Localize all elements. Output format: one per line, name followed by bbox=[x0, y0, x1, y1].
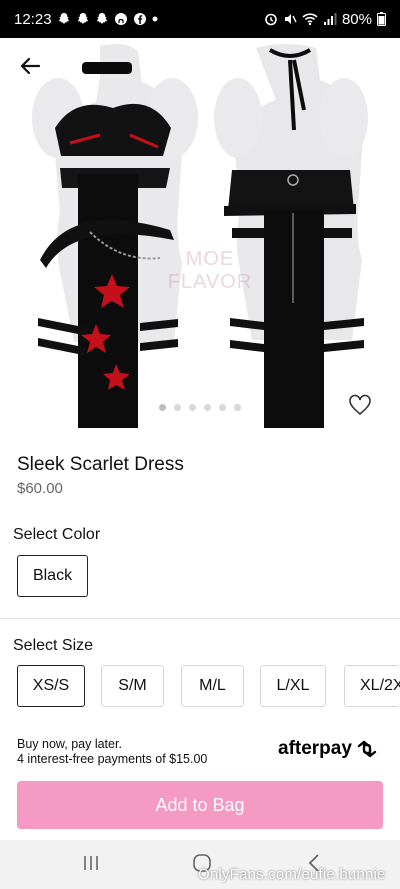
signal-icon bbox=[323, 12, 337, 26]
add-to-bag-button[interactable]: Add to Bag bbox=[17, 781, 383, 829]
status-left: 12:23 bbox=[14, 11, 158, 28]
carousel-dot[interactable] bbox=[189, 404, 196, 411]
afterpay-line1: Buy now, pay later. bbox=[17, 737, 122, 751]
select-color-label: Select Color bbox=[13, 526, 101, 543]
afterpay-logo-text: afterpay bbox=[278, 738, 352, 759]
size-option-xs-s[interactable]: XS/S bbox=[17, 665, 85, 707]
brand-watermark: MOE FLAVOR bbox=[167, 248, 253, 293]
product-title: Sleek Scarlet Dress bbox=[17, 454, 184, 475]
size-option-l-xl[interactable]: L/XL bbox=[260, 665, 326, 707]
carousel-dot[interactable] bbox=[219, 404, 226, 411]
heart-icon bbox=[349, 394, 371, 416]
snapchat-icon bbox=[76, 12, 90, 26]
notification-dot-icon bbox=[152, 16, 158, 22]
mute-icon bbox=[283, 12, 297, 26]
snapchat-icon bbox=[95, 12, 109, 26]
carousel-dot[interactable] bbox=[204, 404, 211, 411]
carousel-dots bbox=[0, 404, 400, 411]
afterpay-arrows-icon bbox=[357, 740, 377, 758]
alarm-icon bbox=[264, 12, 278, 26]
recent-apps-icon bbox=[84, 856, 98, 870]
mannequin-front bbox=[32, 44, 198, 428]
battery-percent: 80% bbox=[341, 10, 372, 28]
overlay-watermark-text: OnlyFans.com/eufie.bunnie bbox=[198, 866, 386, 883]
status-time: 12:23 bbox=[14, 10, 52, 28]
wifi-icon bbox=[302, 12, 318, 26]
afterpay-info: Buy now, pay later. 4 interest-free paym… bbox=[17, 737, 207, 767]
recent-apps-button[interactable] bbox=[82, 852, 100, 879]
back-arrow-icon bbox=[20, 57, 41, 75]
size-option-m-l[interactable]: M/L bbox=[181, 665, 244, 707]
afterpay-logo: afterpay bbox=[278, 738, 379, 760]
status-right: 80% bbox=[264, 11, 386, 28]
carousel-dot[interactable] bbox=[159, 404, 166, 411]
product-image bbox=[32, 44, 368, 428]
github-icon bbox=[114, 12, 128, 26]
product-price: $60.00 bbox=[17, 480, 63, 497]
divider bbox=[0, 618, 400, 619]
afterpay-line2: 4 interest-free payments of $15.00 bbox=[17, 752, 208, 766]
back-button[interactable] bbox=[16, 52, 44, 80]
carousel-dot[interactable] bbox=[174, 404, 181, 411]
snapchat-icon bbox=[57, 12, 71, 26]
battery-icon bbox=[377, 12, 386, 26]
status-bar: 12:23 80% bbox=[0, 0, 400, 38]
facebook-icon bbox=[133, 12, 147, 26]
wishlist-button[interactable] bbox=[348, 394, 374, 420]
color-option-black[interactable]: Black bbox=[17, 555, 88, 597]
mannequin-back bbox=[214, 44, 368, 428]
size-option-xl-2x[interactable]: XL/2X bbox=[344, 665, 400, 707]
carousel-dot[interactable] bbox=[234, 404, 241, 411]
product-image-carousel[interactable]: MOE FLAVOR bbox=[0, 38, 400, 430]
size-option-s-m[interactable]: S/M bbox=[101, 665, 164, 707]
select-size-label: Select Size bbox=[13, 637, 94, 654]
